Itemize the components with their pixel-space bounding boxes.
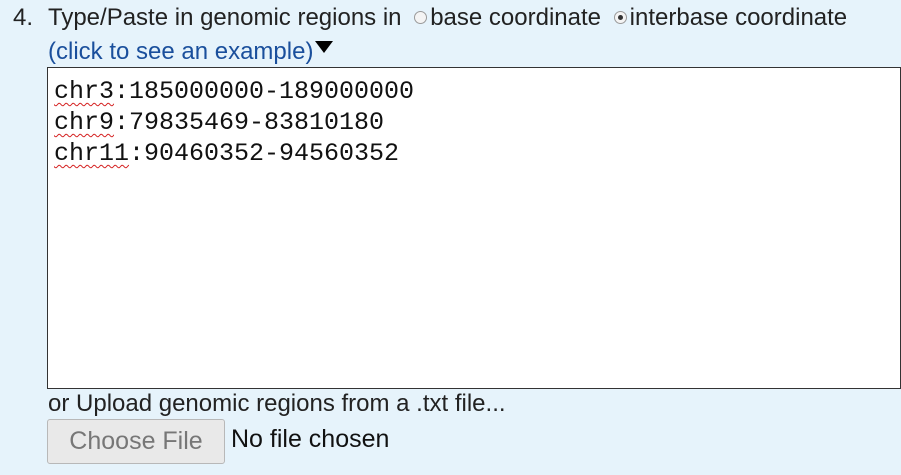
triangle-down-icon[interactable] <box>315 40 334 53</box>
region-chrom: chr3 <box>54 77 115 106</box>
region-chrom: chr9 <box>54 108 115 137</box>
step-heading: Type/Paste in genomic regions in <box>48 4 402 31</box>
interbase-coordinate-radio[interactable] <box>613 11 627 25</box>
upload-label: or Upload genomic regions from a .txt fi… <box>48 390 506 417</box>
region-line: chr11:90460352-94560352 <box>54 138 894 169</box>
region-range: :79835469-83810180 <box>114 108 385 137</box>
genomic-regions-step: 4. Type/Paste in genomic regions in base… <box>0 0 901 475</box>
region-chrom: chr11 <box>54 139 130 168</box>
region-line: chr9:79835469-83810180 <box>54 107 894 138</box>
region-range: :185000000-189000000 <box>114 77 415 106</box>
example-link[interactable]: (click to see an example) <box>48 38 334 66</box>
example-link-text[interactable]: (click to see an example) <box>48 38 313 65</box>
base-coordinate-radio[interactable] <box>414 11 428 25</box>
base-coordinate-label[interactable]: base coordinate <box>430 4 601 31</box>
choose-file-button[interactable]: Choose File <box>47 419 225 464</box>
step-heading-line: Type/Paste in genomic regions in base co… <box>48 4 847 32</box>
region-range: :90460352-94560352 <box>129 139 400 168</box>
step-number: 4. <box>13 4 34 31</box>
regions-textarea[interactable]: chr3:185000000-189000000 chr9:79835469-8… <box>47 67 901 389</box>
file-status: No file chosen <box>231 425 390 453</box>
region-line: chr3:185000000-189000000 <box>54 76 894 107</box>
interbase-coordinate-label[interactable]: interbase coordinate <box>630 4 847 31</box>
